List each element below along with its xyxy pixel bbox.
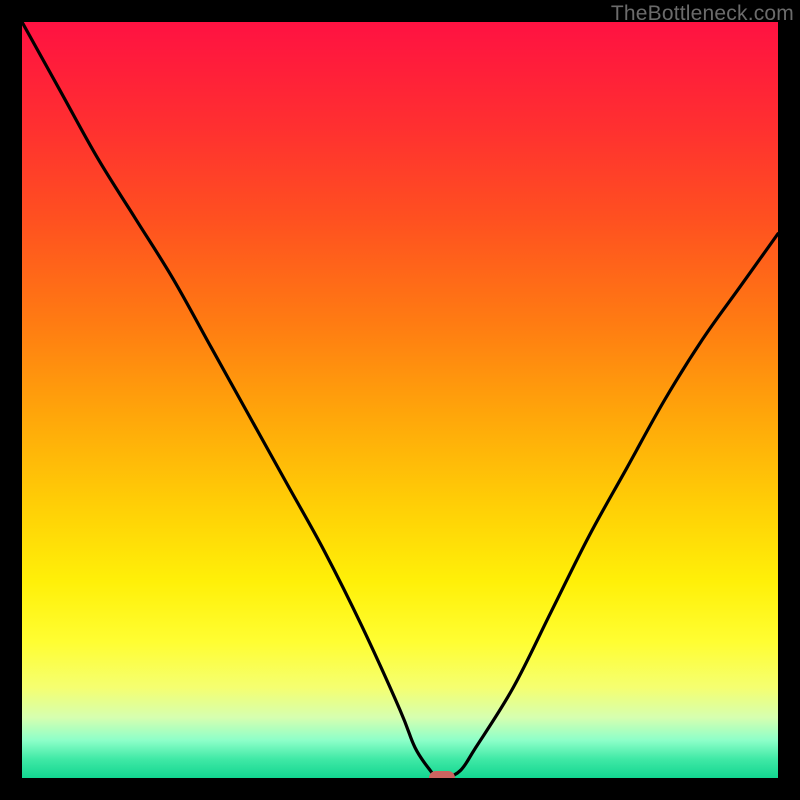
bottleneck-curve bbox=[22, 22, 778, 778]
chart-frame: TheBottleneck.com bbox=[0, 0, 800, 800]
optimal-point-marker bbox=[429, 771, 455, 778]
plot-area bbox=[22, 22, 778, 778]
